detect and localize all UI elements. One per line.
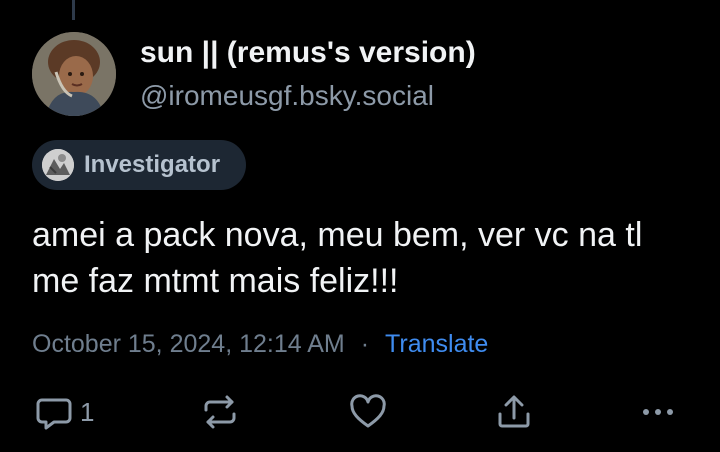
badge-label: Investigator <box>84 151 221 178</box>
investigator-badge[interactable]: Investigator <box>32 140 246 190</box>
share-button[interactable] <box>494 392 534 432</box>
author-display-name[interactable]: sun || (remus's version) <box>140 36 476 70</box>
post-text: amei a pack nova, meu bem, ver vc na tl … <box>32 216 643 300</box>
share-icon <box>498 395 530 428</box>
author-avatar[interactable] <box>32 32 116 116</box>
repost-button[interactable] <box>200 392 240 432</box>
author-handle[interactable]: @iromeusgf.bsky.social <box>140 80 434 112</box>
more-options-button[interactable] <box>638 392 678 432</box>
reply-count: 1 <box>80 396 95 427</box>
avatar-illustration <box>32 32 116 116</box>
thread-line <box>72 0 75 20</box>
reply-icon <box>36 398 72 430</box>
heart-icon <box>350 394 386 428</box>
post-timestamp[interactable]: October 15, 2024, 12:14 AM <box>32 330 345 359</box>
reply-button[interactable]: 1 <box>34 392 94 432</box>
investigator-badge-icon <box>42 149 74 181</box>
like-button[interactable] <box>348 392 388 432</box>
translate-link[interactable]: Translate <box>385 330 488 359</box>
repost-icon <box>204 395 236 429</box>
post-meta: October 15, 2024, 12:14 AM · Translate <box>32 330 488 359</box>
more-icon <box>643 409 673 415</box>
meta-separator: · <box>360 330 370 358</box>
